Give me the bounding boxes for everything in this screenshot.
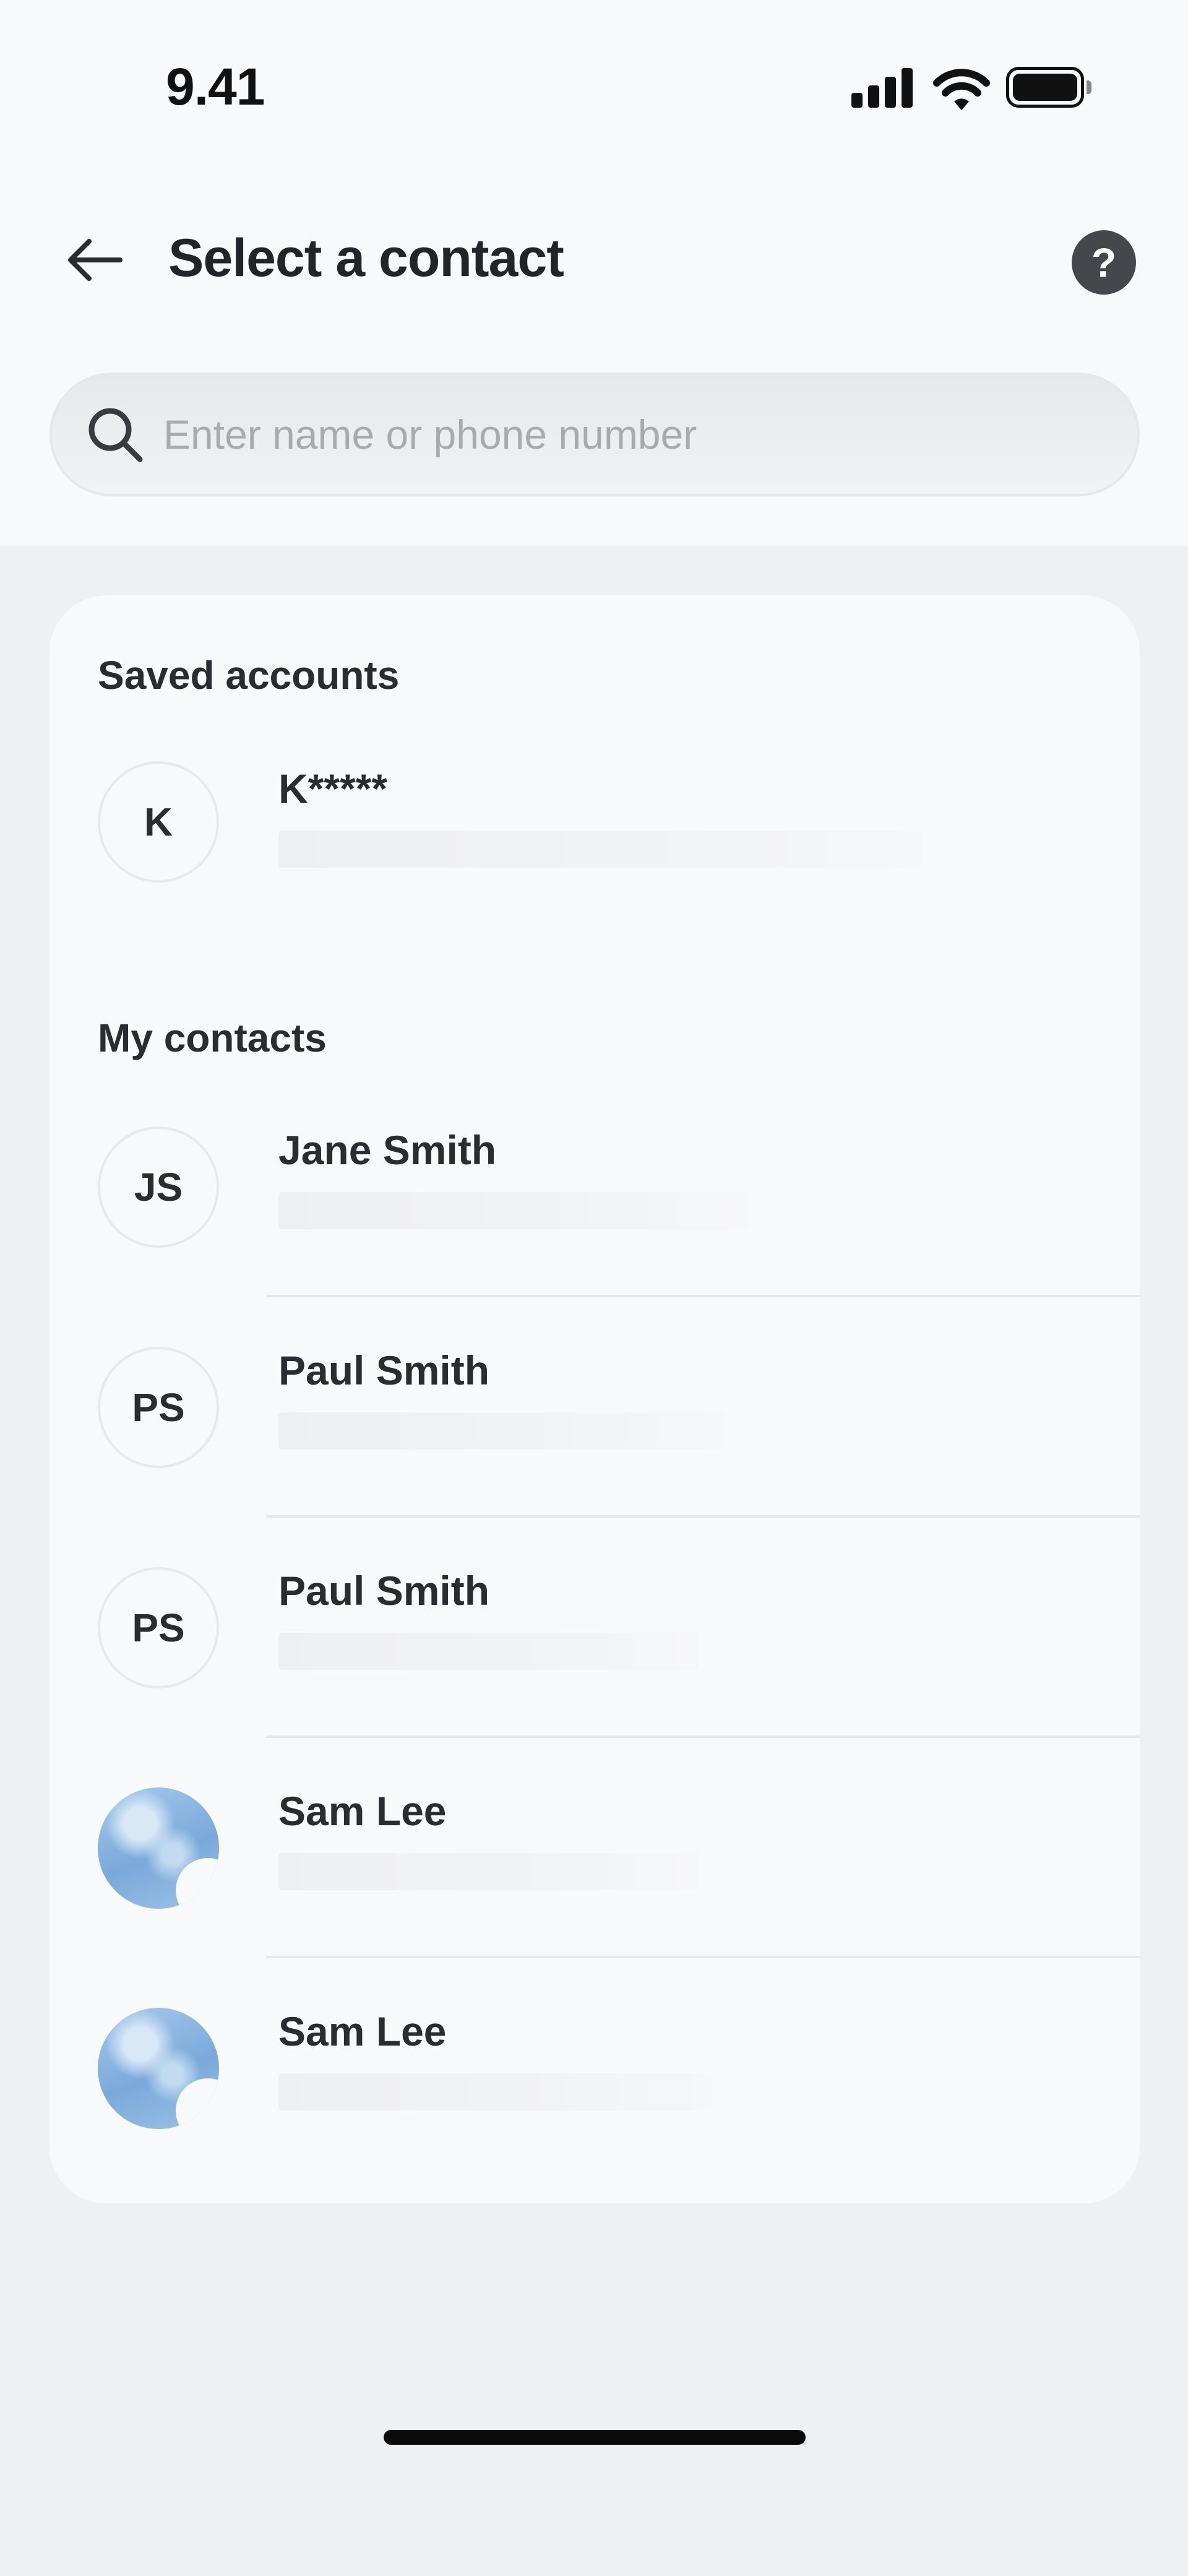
masked-contact-detail (278, 1192, 749, 1229)
home-indicator[interactable] (384, 2430, 806, 2445)
contacts-card: Saved accounts K K***** My contacts JS J… (50, 595, 1140, 2203)
arrow-left-icon (68, 239, 123, 281)
avatar: PS (98, 1567, 219, 1688)
help-circle-icon: ? (1091, 240, 1117, 285)
contact-name: Jane Smith (278, 1127, 497, 1173)
avatar: PS (98, 1347, 219, 1468)
status-bar: 9.41 (0, 0, 1188, 161)
contact-name: Sam Lee (278, 2008, 447, 2054)
battery-full-icon (1006, 67, 1091, 108)
contact-name: Paul Smith (278, 1347, 490, 1393)
my-contacts-title: My contacts (98, 1016, 327, 1060)
masked-account-detail (278, 831, 922, 868)
masked-contact-detail (278, 1853, 699, 1890)
contact-row[interactable]: Sam Lee (50, 1738, 1140, 1958)
contact-row[interactable]: Sam Lee (50, 1958, 1140, 2179)
search-box[interactable] (50, 373, 1140, 496)
contact-name: Paul Smith (278, 1568, 490, 1614)
wifi-icon (933, 69, 990, 110)
back-button[interactable] (57, 229, 131, 291)
contact-row[interactable]: PS Paul Smith (50, 1297, 1140, 1518)
page-title: Select a contact (168, 228, 564, 288)
avatar-photo (98, 1787, 219, 1909)
help-button[interactable]: ? (1072, 230, 1136, 295)
search-icon (88, 408, 143, 462)
header: Select a contact ? (0, 210, 1188, 309)
cellular-signal-icon (851, 68, 913, 108)
avatar: JS (98, 1126, 219, 1248)
status-time: 9.41 (166, 58, 265, 116)
avatar-photo (98, 2008, 219, 2129)
contact-row[interactable]: JS Jane Smith (50, 1077, 1140, 1297)
top-area: 9.41 Select a contact ? (0, 0, 1188, 546)
contact-row[interactable]: PS Paul Smith (50, 1518, 1140, 1738)
search-input[interactable] (163, 411, 1091, 458)
contact-name: Sam Lee (278, 1788, 447, 1834)
masked-contact-detail (278, 1633, 699, 1670)
saved-accounts-title: Saved accounts (98, 653, 400, 698)
contact-name: K***** (278, 766, 388, 811)
masked-contact-detail (278, 2073, 712, 2111)
avatar: K (98, 761, 219, 883)
masked-contact-detail (278, 1412, 724, 1450)
saved-account-row[interactable]: K K***** (50, 715, 1140, 936)
